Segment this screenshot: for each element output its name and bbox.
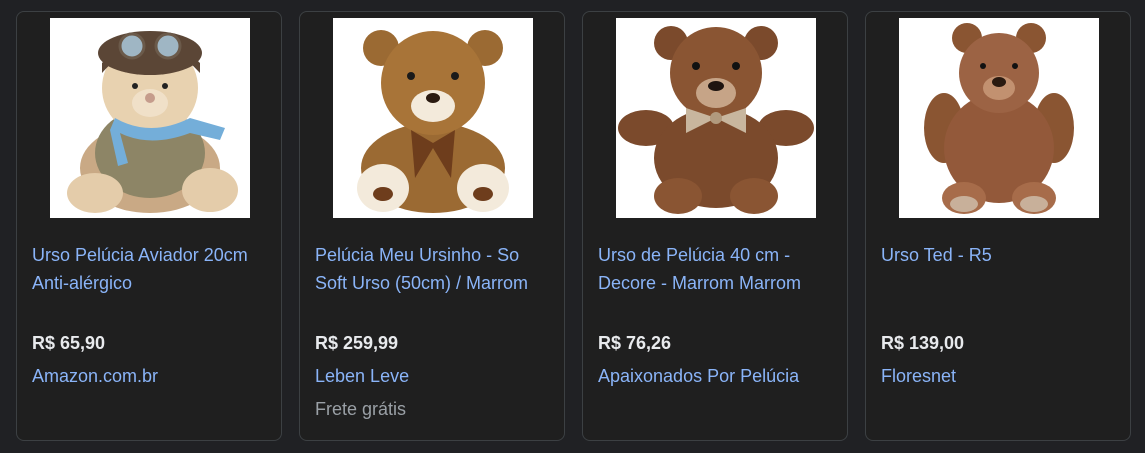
- teddy-bear-ted-icon: [924, 23, 1074, 214]
- teddy-bear-aviator-icon: [67, 31, 238, 213]
- product-card[interactable]: Urso Pelúcia Aviador 20cm Anti-alérgico …: [16, 11, 282, 441]
- product-title[interactable]: Urso de Pelúcia 40 cm - Decore - Marrom …: [598, 242, 830, 297]
- product-title[interactable]: Pelúcia Meu Ursinho - So Soft Urso (50cm…: [315, 242, 547, 297]
- product-price: R$ 65,90: [32, 333, 106, 353]
- product-title[interactable]: Urso Ted - R5: [881, 242, 1113, 270]
- product-image[interactable]: [333, 18, 533, 218]
- product-title[interactable]: Urso Pelúcia Aviador 20cm Anti-alérgico: [32, 242, 264, 297]
- product-image[interactable]: [50, 18, 250, 218]
- product-card[interactable]: Urso de Pelúcia 40 cm - Decore - Marrom …: [582, 11, 848, 441]
- product-store[interactable]: Leben Leve: [315, 364, 409, 388]
- product-card[interactable]: Urso Ted - R5 R$ 139,00 Floresnet: [865, 11, 1131, 441]
- product-price: R$ 76,26: [598, 333, 672, 353]
- teddy-bear-bow-icon: [618, 26, 814, 214]
- product-image[interactable]: [616, 18, 816, 218]
- shipping-label: Frete grátis: [315, 399, 407, 419]
- teddy-bear-brown-icon: [357, 30, 509, 213]
- product-image[interactable]: [899, 18, 1099, 218]
- product-store[interactable]: Floresnet: [881, 364, 956, 388]
- product-card[interactable]: Pelúcia Meu Ursinho - So Soft Urso (50cm…: [299, 11, 565, 441]
- product-store[interactable]: Amazon.com.br: [32, 364, 158, 388]
- product-price: R$ 259,99: [315, 333, 399, 353]
- product-store[interactable]: Apaixonados Por Pelúcia: [598, 364, 799, 388]
- product-price: R$ 139,00: [881, 333, 965, 353]
